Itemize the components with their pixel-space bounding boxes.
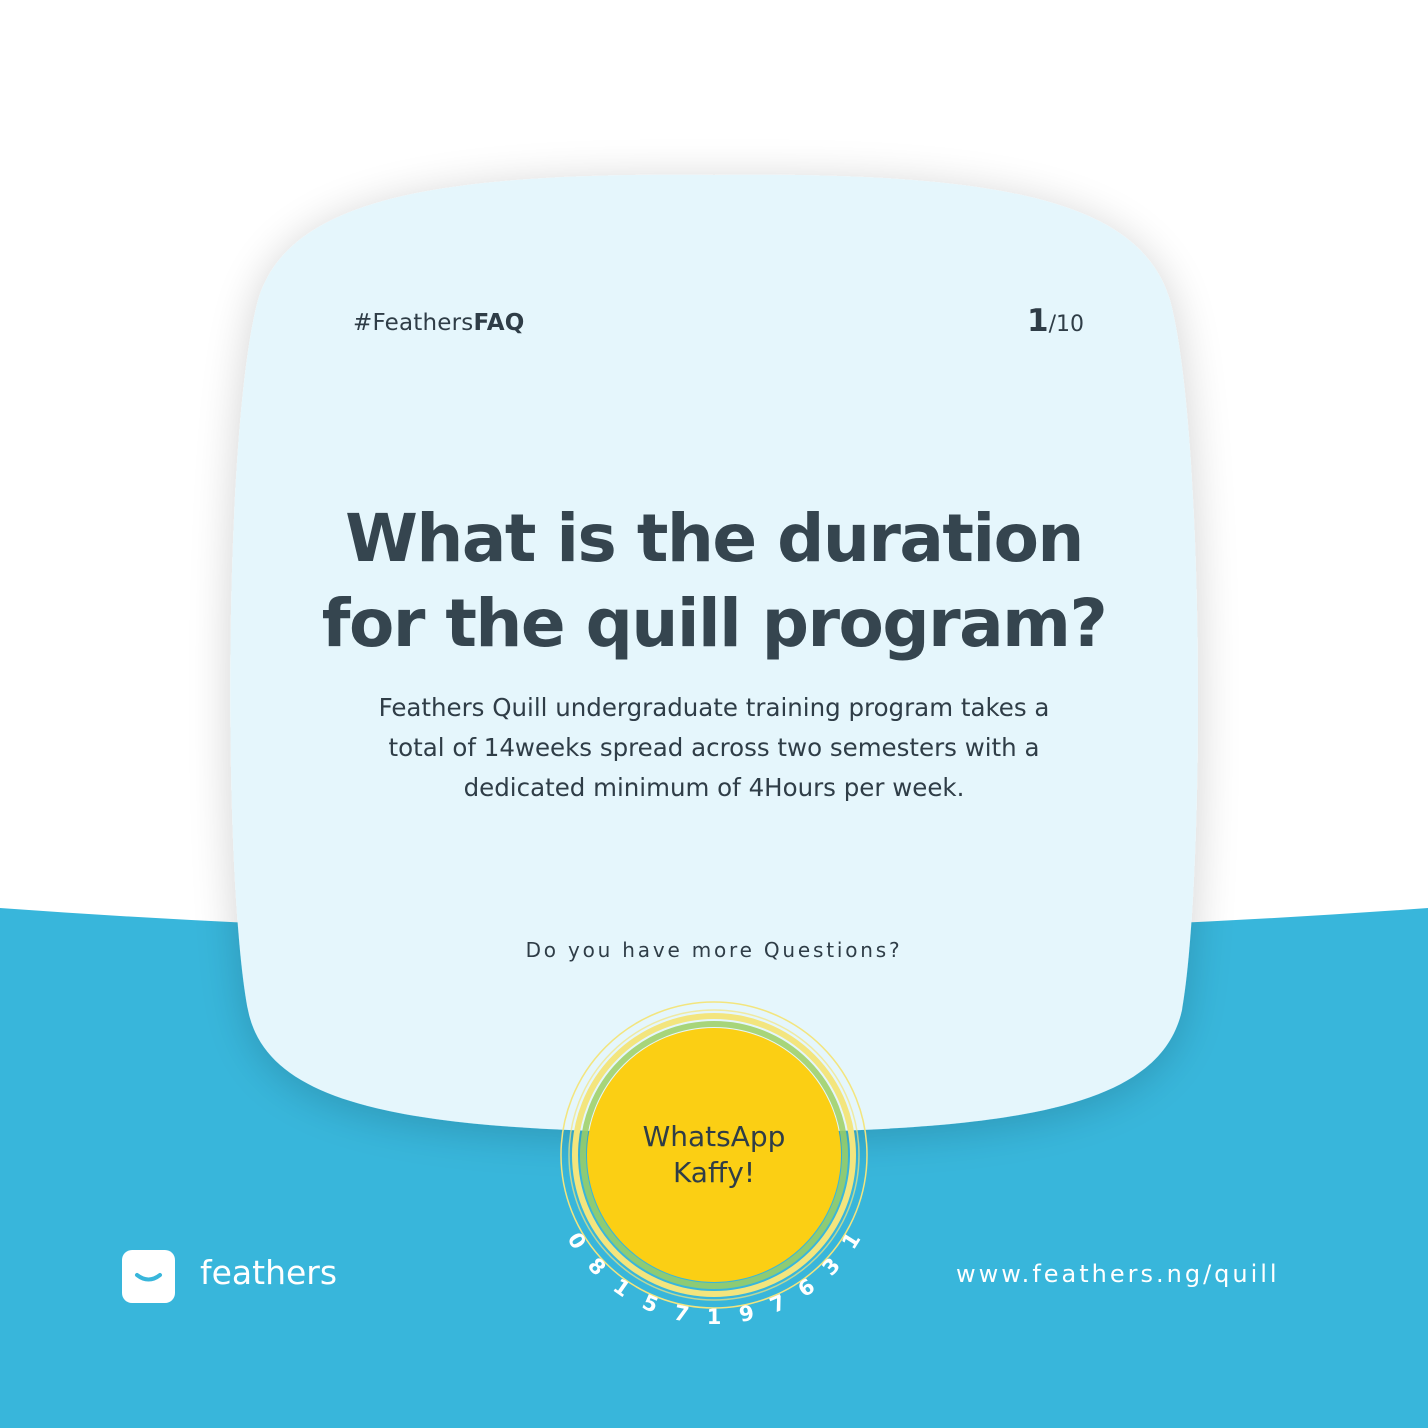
whatsapp-button[interactable]: WhatsApp Kaffy! xyxy=(590,1031,838,1279)
more-questions-prompt: Do you have more Questions? xyxy=(525,938,903,962)
feathers-logo[interactable] xyxy=(122,1250,175,1303)
smile-icon xyxy=(135,1273,162,1282)
slide-total: /10 xyxy=(1048,312,1084,337)
question-line: for the quill program? xyxy=(321,585,1108,662)
website-link[interactable]: www.feathers.ng/quill xyxy=(956,1260,1280,1288)
whatsapp-name: Kaffy! xyxy=(672,1156,756,1189)
brand-name: feathers xyxy=(200,1253,338,1292)
answer-line: Feathers Quill undergraduate training pr… xyxy=(378,693,1050,722)
faq-answer: Feathers Quill undergraduate training pr… xyxy=(330,688,1098,808)
hashtag-prefix: #Feathers xyxy=(353,310,474,336)
faq-question: What is the duration for the quill progr… xyxy=(300,496,1128,666)
slide-counter: 1/10 xyxy=(1027,303,1084,339)
hashtag-bold: FAQ xyxy=(473,310,525,336)
answer-line: dedicated minimum of 4Hours per week. xyxy=(463,773,965,802)
whatsapp-label: WhatsApp xyxy=(642,1120,786,1153)
hashtag-label: #FeathersFAQ xyxy=(353,310,525,336)
question-line: What is the duration xyxy=(345,500,1084,577)
slide-current: 1 xyxy=(1027,303,1049,339)
answer-line: total of 14weeks spread across two semes… xyxy=(388,733,1040,762)
